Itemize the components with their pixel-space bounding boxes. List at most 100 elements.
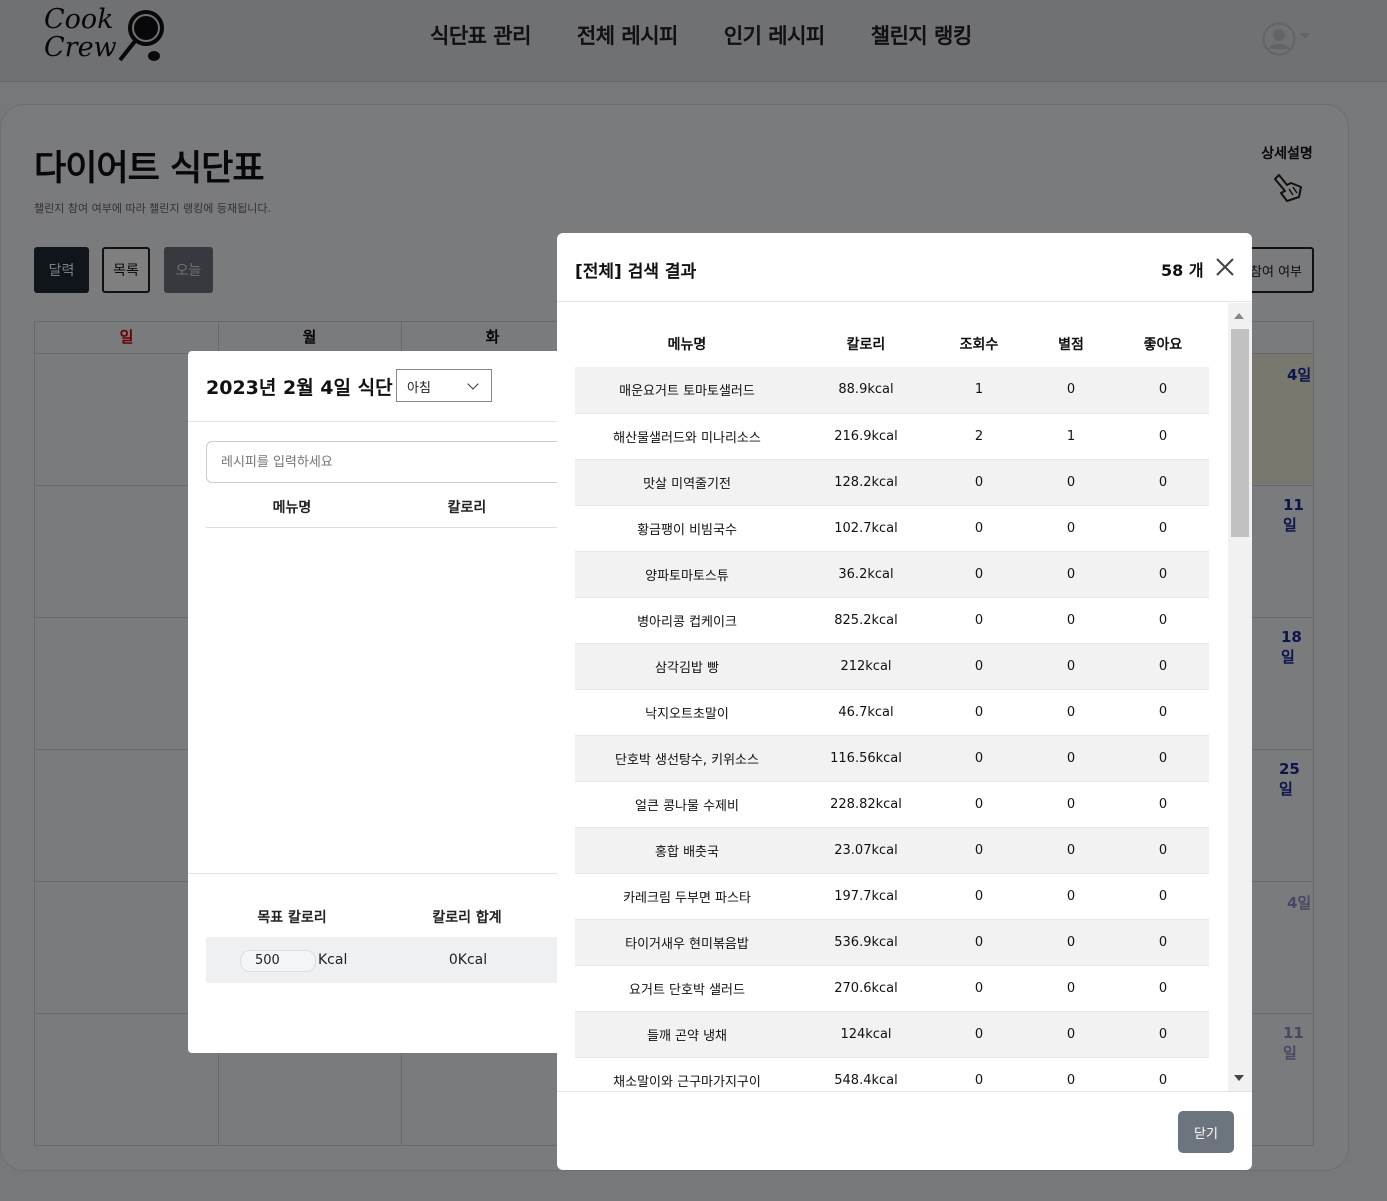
calorie-sum-label: 칼로리 합계 [432,910,502,926]
cell-calorie: 212kcal [799,643,933,690]
close-icon[interactable] [1215,257,1235,277]
result-list-scroll-area[interactable]: 메뉴명 칼로리 조회수 별점 좋아요 매운요거트 토마토샐러드 88.9kcal 1… [557,303,1252,1091]
meal-time-value: 아침 [407,381,431,396]
cell-menu-name: 해산물샐러드와 미나리소스 [575,413,799,460]
cell-rating: 0 [1025,597,1117,644]
cell-likes: 0 [1117,643,1209,690]
cell-likes: 0 [1117,873,1209,920]
search-result-modal: [전체] 검색 결과 58 개 메뉴명 칼로리 조회수 별점 좋아요 매운요거트… [557,233,1252,1170]
cell-likes: 0 [1117,1057,1209,1091]
cell-views: 0 [933,597,1025,644]
scrollbar[interactable] [1228,303,1252,1091]
column-header-menu[interactable]: 메뉴명 [575,321,799,367]
cell-views: 0 [933,551,1025,598]
table-row[interactable]: 황금팽이 비빔국수 102.7kcal 0 0 0 [575,505,1209,552]
cell-calorie: 197.7kcal [799,873,933,920]
column-header-likes[interactable]: 좋아요 [1117,321,1209,367]
cell-menu-name: 매운요거트 토마토샐러드 [575,367,799,414]
table-row[interactable]: 홍합 배춧국 23.07kcal 0 0 0 [575,827,1209,874]
table-row[interactable]: 채소말이와 근구마가지구이 548.4kcal 0 0 0 [575,1057,1209,1091]
close-button[interactable]: 닫기 [1178,1111,1234,1153]
cell-likes: 0 [1117,781,1209,828]
cell-menu-name: 들깨 곤약 냉채 [575,1011,799,1058]
table-row[interactable]: 요거트 단호박 샐러드 270.6kcal 0 0 0 [575,965,1209,1012]
recipe-search-input[interactable] [206,441,608,483]
cell-menu-name: 홍합 배춧국 [575,827,799,874]
column-header-calorie[interactable]: 칼로리 [799,321,933,367]
cell-calorie: 23.07kcal [799,827,933,874]
cell-likes: 0 [1117,597,1209,644]
scroll-down-arrow-icon[interactable] [1234,1075,1244,1081]
cell-views: 2 [933,413,1025,460]
cell-likes: 0 [1117,459,1209,506]
cell-calorie: 88.9kcal [799,367,933,414]
table-row[interactable]: 양파토마토스튜 36.2kcal 0 0 0 [575,551,1209,598]
cell-views: 0 [933,459,1025,506]
cell-likes: 0 [1117,1011,1209,1058]
cell-rating: 0 [1025,459,1117,506]
table-row[interactable]: 병아리콩 컵케이크 825.2kcal 0 0 0 [575,597,1209,644]
table-row[interactable]: 맛살 미역줄기전 128.2kcal 0 0 0 [575,459,1209,506]
result-rows: 매운요거트 토마토샐러드 88.9kcal 1 0 0 해산물샐러드와 미나리소스 216.… [575,367,1209,1091]
cell-menu-name: 요거트 단호박 샐러드 [575,965,799,1012]
table-row[interactable]: 낙지오트초말이 46.7kcal 0 0 0 [575,689,1209,736]
cell-likes: 0 [1117,689,1209,736]
table-row[interactable]: 삼각김밥 빵 212kcal 0 0 0 [575,643,1209,690]
meal-col-calorie: 칼로리 [447,500,487,516]
meal-col-menu: 메뉴명 [272,500,312,516]
table-row[interactable]: 얼큰 콩나물 수제비 228.82kcal 0 0 0 [575,781,1209,828]
cell-menu-name: 삼각김밥 빵 [575,643,799,690]
cell-likes: 0 [1117,413,1209,460]
cell-views: 0 [933,1011,1025,1058]
cell-likes: 0 [1117,505,1209,552]
cell-rating: 1 [1025,413,1117,460]
cell-calorie: 128.2kcal [799,459,933,506]
cell-calorie: 102.7kcal [799,505,933,552]
table-row[interactable]: 들깨 곤약 냉채 124kcal 0 0 0 [575,1011,1209,1058]
table-row[interactable]: 단호박 생선탕수, 키위소스 116.56kcal 0 0 0 [575,735,1209,782]
result-modal-footer: 닫기 [557,1091,1252,1170]
cell-views: 0 [933,689,1025,736]
scroll-up-arrow-icon[interactable] [1234,313,1244,319]
table-row[interactable]: 타이거새우 현미볶음밥 536.9kcal 0 0 0 [575,919,1209,966]
goal-calorie-input[interactable]: 500 [240,950,316,972]
result-count: 58 개 [1161,261,1204,280]
cell-calorie: 36.2kcal [799,551,933,598]
scrollbar-thumb[interactable] [1231,329,1249,537]
result-modal-title: [전체] 검색 결과 [575,262,697,282]
cell-likes: 0 [1117,827,1209,874]
cell-menu-name: 병아리콩 컵케이크 [575,597,799,644]
cell-rating: 0 [1025,1057,1117,1091]
column-header-views[interactable]: 조회수 [933,321,1025,367]
cell-menu-name: 황금팽이 비빔국수 [575,505,799,552]
cell-rating: 0 [1025,1011,1117,1058]
cell-views: 0 [933,735,1025,782]
cell-calorie: 270.6kcal [799,965,933,1012]
meal-time-select[interactable]: 아침 [396,369,492,402]
goal-calorie-unit: Kcal [318,952,348,968]
cell-likes: 0 [1117,735,1209,782]
meal-modal-title: 2023년 2월 4일 식단 [206,377,393,399]
result-table: 메뉴명 칼로리 조회수 별점 좋아요 매운요거트 토마토샐러드 88.9kcal 1… [575,321,1209,1091]
cell-menu-name: 얼큰 콩나물 수제비 [575,781,799,828]
cell-rating: 0 [1025,505,1117,552]
cell-rating: 0 [1025,965,1117,1012]
cell-calorie: 124kcal [799,1011,933,1058]
cell-menu-name: 낙지오트초말이 [575,689,799,736]
cell-rating: 0 [1025,919,1117,966]
table-row[interactable]: 해산물샐러드와 미나리소스 216.9kcal 2 1 0 [575,413,1209,460]
cell-views: 0 [933,965,1025,1012]
cell-menu-name: 양파토마토스튜 [575,551,799,598]
column-header-rating[interactable]: 별점 [1025,321,1117,367]
cell-menu-name: 단호박 생선탕수, 키위소스 [575,735,799,782]
cell-views: 0 [933,827,1025,874]
cell-rating: 0 [1025,643,1117,690]
cell-rating: 0 [1025,735,1117,782]
cell-calorie: 228.82kcal [799,781,933,828]
table-row[interactable]: 카레크림 두부면 파스타 197.7kcal 0 0 0 [575,873,1209,920]
cell-calorie: 825.2kcal [799,597,933,644]
cell-views: 0 [933,643,1025,690]
table-row[interactable]: 매운요거트 토마토샐러드 88.9kcal 1 0 0 [575,367,1209,414]
cell-calorie: 548.4kcal [799,1057,933,1091]
cell-rating: 0 [1025,367,1117,414]
